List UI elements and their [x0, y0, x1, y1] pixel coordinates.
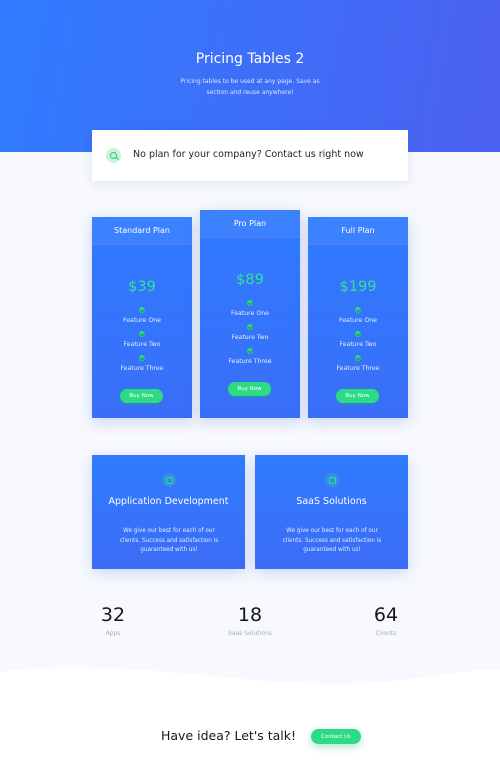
plan-card-pro: Pro Plan $89 Feature One Feature Two Fea… [200, 210, 300, 418]
plan-name: Full Plan [308, 217, 408, 245]
page-subtitle: Pricing tables to be used at any page. S… [180, 78, 320, 96]
plan-name: Pro Plan [200, 210, 300, 238]
smile-icon [162, 473, 176, 487]
stat-apps-value: 32 [100, 604, 126, 626]
page-title: Pricing Tables 2 [195, 51, 305, 67]
check-icon [247, 324, 253, 330]
grid-icon [325, 473, 339, 487]
plan-feature: Feature One [231, 310, 269, 317]
plan-price: $199 [339, 279, 377, 295]
service-card-app-development: Application Development We give our best… [92, 455, 245, 569]
service-description: We give our best for each of our clients… [119, 528, 219, 553]
plan-feature: Feature Two [123, 341, 161, 348]
service-title: Application Development [108, 496, 229, 507]
stat-clients-value: 64 [373, 604, 399, 626]
plan-price: $39 [128, 279, 156, 295]
stat-saas-label: Saas Solutions [228, 630, 272, 637]
plan-feature: Feature Two [231, 334, 269, 341]
check-icon [247, 300, 253, 306]
plan-price: $89 [236, 272, 264, 288]
check-icon [355, 331, 361, 337]
contact-us-button[interactable]: Contact Us [311, 729, 361, 744]
plan-card-standard: Standard Plan $39 Feature One Feature Tw… [92, 217, 192, 418]
stat-saas-value: 18 [237, 604, 263, 626]
check-icon [139, 331, 145, 337]
search-icon [106, 148, 121, 163]
stat-clients-label: Clients [375, 630, 397, 637]
service-card-saas: SaaS Solutions We give our best for each… [255, 455, 408, 569]
cta-heading: Have idea? Let's talk! [161, 728, 297, 743]
plan-feature: Feature Three [336, 365, 380, 372]
plan-feature: Feature Two [339, 341, 377, 348]
plan-card-full: Full Plan $199 Feature One Feature Two F… [308, 217, 408, 418]
buy-now-button[interactable]: Buy Now [336, 389, 379, 403]
check-icon [355, 355, 361, 361]
footer-wave [0, 667, 500, 775]
service-description: We give our best for each of our clients… [282, 528, 382, 553]
buy-now-button[interactable]: Buy Now [228, 382, 271, 396]
plan-feature: Feature One [123, 317, 161, 324]
check-icon [355, 307, 361, 313]
service-title: SaaS Solutions [296, 496, 367, 507]
stat-apps-label: Apps [105, 630, 121, 637]
plan-feature: Feature Three [120, 365, 164, 372]
buy-now-button[interactable]: Buy Now [120, 389, 163, 403]
check-icon [139, 355, 145, 361]
check-icon [139, 307, 145, 313]
plan-name: Standard Plan [92, 217, 192, 245]
plan-feature: Feature Three [228, 358, 272, 365]
contact-banner-text[interactable]: No plan for your company? Contact us rig… [133, 149, 364, 160]
check-icon [247, 348, 253, 354]
plan-feature: Feature One [339, 317, 377, 324]
